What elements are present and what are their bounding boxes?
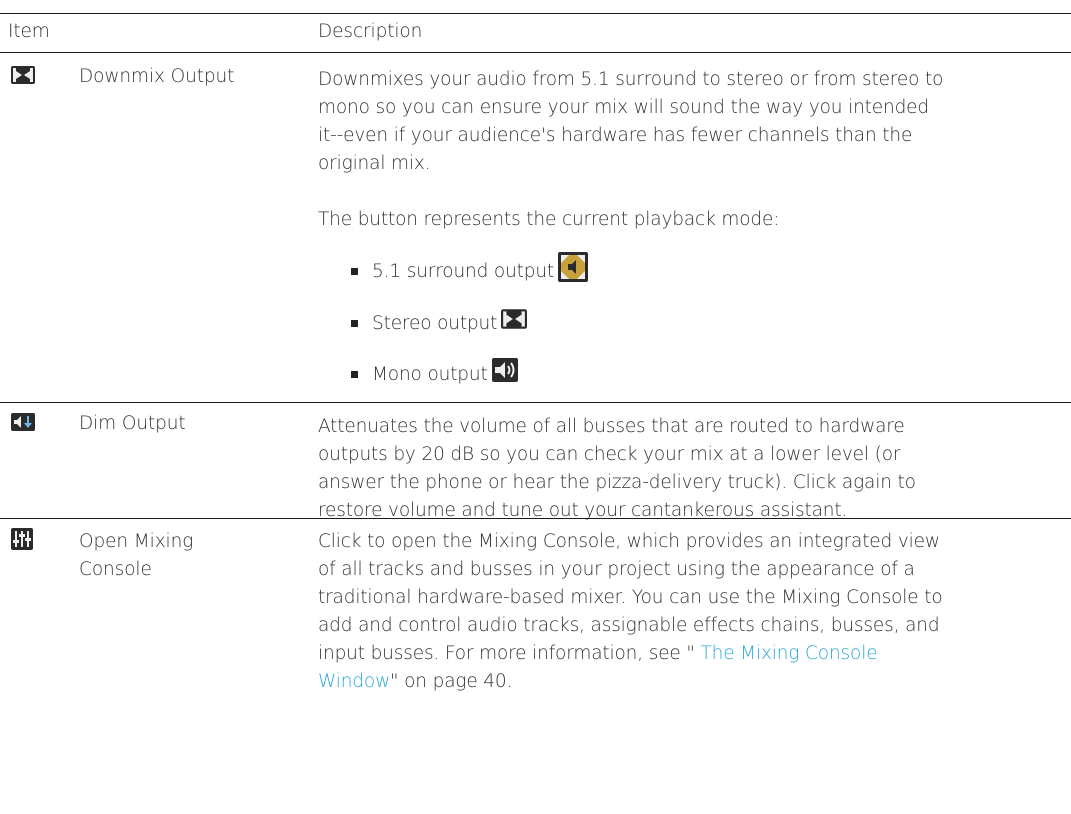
mixing-console-icon <box>11 528 33 550</box>
row-divider <box>0 402 1071 403</box>
mixing-console-window-link[interactable]: The Mixing Console <box>695 643 877 664</box>
description-text: Click to open the Mixing Console, which … <box>318 531 943 692</box>
stereo-output-icon <box>501 309 528 329</box>
bullet-label: Mono output <box>372 363 488 385</box>
list-item: 5.1 surround output <box>351 252 589 288</box>
item-label: Downmix Output <box>79 66 235 87</box>
reference-table: Item Description Downmix Output Downmixe… <box>0 0 1071 814</box>
surround-output-icon <box>558 252 589 282</box>
bullet-label: 5.1 surround output <box>372 260 555 282</box>
dim-output-icon <box>11 413 35 431</box>
item-label: Dim Output <box>79 413 186 434</box>
playback-mode-note: The button represents the current playba… <box>318 209 780 230</box>
bullet-icon <box>351 370 358 378</box>
list-item: Mono output <box>351 357 518 391</box>
list-item: Stereo output <box>351 306 528 340</box>
bullet-icon <box>351 267 358 275</box>
header-rule <box>0 52 1071 53</box>
bullet-label: Stereo output <box>372 312 498 334</box>
header-item: Item <box>8 21 50 42</box>
row-divider <box>0 518 1071 519</box>
downmix-stereo-icon <box>11 66 35 84</box>
item-label: Open Mixing Console <box>79 531 194 580</box>
description-text: Attenuates the volume of all busses that… <box>318 416 916 521</box>
mixing-console-window-link-cont[interactable]: Window <box>318 671 390 692</box>
description-text: Downmixes your audio from 5.1 surround t… <box>318 69 944 174</box>
table-top-rule <box>0 13 1071 14</box>
header-description: Description <box>318 21 423 42</box>
mono-output-icon <box>491 358 518 382</box>
bullet-icon <box>351 319 358 327</box>
